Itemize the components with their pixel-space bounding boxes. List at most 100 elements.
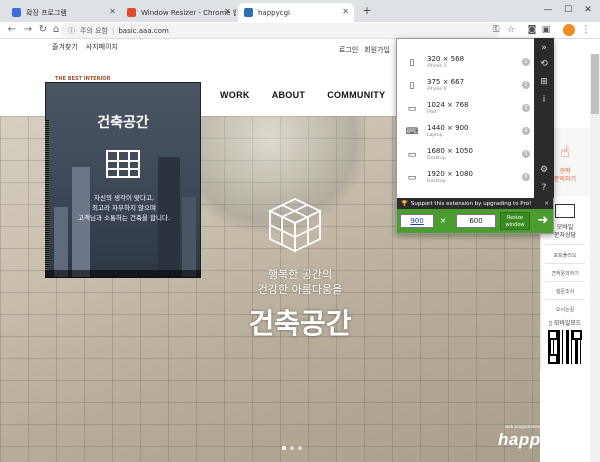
preset-3[interactable]: ▭ 1024 × 768 iPad 3	[397, 98, 534, 120]
close-tab-icon[interactable]: ✕	[342, 7, 349, 16]
camera-icon[interactable]: ◙	[526, 24, 538, 36]
qm-mobile-label: 모바일모드	[553, 320, 582, 327]
bookmark-star-icon[interactable]: ☆	[505, 24, 517, 36]
url-text: basic.aaa.com	[118, 26, 169, 35]
main-nav: WORK ABOUT COMMUNITY	[220, 90, 385, 100]
help-icon[interactable]: ?	[536, 180, 552, 196]
slide-dot[interactable]	[298, 446, 302, 450]
hero-title: 건축공간	[248, 307, 352, 340]
tab-title: Window Resizer - Chrome 웹 스	[141, 8, 236, 17]
happycgi-logo: happycgi	[498, 430, 577, 449]
slide-dots	[282, 446, 302, 450]
preset-number: 1	[522, 58, 530, 66]
tab-title: 확장 프로그램	[26, 8, 67, 17]
building-shape	[72, 167, 90, 277]
signup-link[interactable]: 회원가입	[364, 45, 390, 55]
tab-window-resizer[interactable]: Window Resizer - Chrome 웹 스 ✕	[121, 3, 236, 22]
card-line-2: 최고라 자부하지 않으며	[92, 204, 156, 212]
go-arrow-button[interactable]: ➜	[534, 212, 552, 230]
viewport-icon[interactable]: ⊞	[536, 74, 552, 90]
qr-finder	[548, 354, 558, 364]
trophy-icon: 🏆	[401, 200, 408, 207]
address-bar[interactable]: ⓘ 주의 요함 | basic.aaa.com	[60, 23, 500, 38]
tab-happycgi[interactable]: happycgi ✕	[238, 3, 354, 22]
times-sign: ×	[439, 216, 447, 225]
reload-icon[interactable]: ↻	[37, 24, 49, 36]
preset-device: Desktop	[427, 179, 446, 184]
qm-link-survey[interactable]: 설문조사	[540, 288, 590, 295]
card-line-1: 자신의 생각이 맞다고,	[93, 194, 155, 202]
page-scrollbar[interactable]	[590, 54, 600, 462]
preset-number: 4	[522, 127, 530, 135]
mobile-phone-icon: ▯	[548, 320, 552, 327]
divider	[545, 244, 585, 245]
tab-extensions[interactable]: 확장 프로그램 ✕	[6, 3, 121, 22]
forward-icon[interactable]: →	[22, 24, 34, 36]
key-icon[interactable]: ⚿	[490, 24, 502, 36]
preset-device: Desktop	[427, 156, 446, 161]
rotate-device-icon[interactable]: ⟲	[536, 56, 552, 72]
preset-2[interactable]: ▯ 375 × 667 iPhone 6 2	[397, 75, 534, 97]
height-input[interactable]: 600	[456, 214, 496, 228]
bookmark-favorites[interactable]: 즐겨찾기	[52, 42, 78, 52]
close-promo-icon[interactable]: ✕	[544, 201, 549, 207]
info-icon[interactable]: i	[536, 92, 552, 108]
expand-icon[interactable]: »	[536, 40, 552, 56]
puzzle-icon	[12, 8, 21, 17]
preset-1[interactable]: ▯ 320 × 568 iPhone 5 1	[397, 52, 534, 74]
preset-5[interactable]: ▭ 1680 × 1050 Desktop 5	[397, 144, 534, 166]
divider	[545, 263, 585, 264]
slide-dot[interactable]	[282, 446, 286, 450]
minimize-button[interactable]: —	[538, 3, 558, 17]
promo-text: Support this extension by upgrading to P…	[410, 200, 532, 207]
card-line-3: 고객님과 소통하는 건축을 합니다.	[78, 214, 170, 222]
desktop-icon: ▭	[407, 150, 417, 160]
phone-icon: ▯	[409, 58, 415, 68]
new-tab-button[interactable]: +	[360, 4, 374, 18]
preset-device: iPad	[427, 110, 437, 115]
logo-subtitle: web programming group	[505, 424, 555, 429]
settings-gear-icon[interactable]: ⚙	[536, 162, 552, 178]
qm-mobile-mode[interactable]: ▯ 모바일모드	[540, 318, 590, 327]
mail-icon	[555, 204, 575, 218]
nav-community[interactable]: COMMUNITY	[327, 90, 385, 100]
preset-6[interactable]: ▭ 1920 × 1080 Desktop 6	[397, 167, 534, 189]
maximize-button[interactable]: ☐	[558, 3, 578, 17]
close-tab-icon[interactable]: ✕	[224, 7, 231, 16]
preset-device: Laptop	[427, 133, 443, 138]
nav-about[interactable]: ABOUT	[272, 90, 306, 100]
qm-link-directions[interactable]: 오시는길	[540, 306, 590, 313]
profile-avatar[interactable]	[563, 24, 575, 36]
tablet-icon: ▭	[407, 104, 417, 114]
preset-device: iPhone 5	[427, 64, 447, 69]
login-link[interactable]: 로그인	[339, 45, 358, 55]
upgrade-promo-bar[interactable]: 🏆 Support this extension by upgrading to…	[397, 198, 553, 209]
back-icon[interactable]: ←	[6, 24, 18, 36]
card-title: 건축공간	[97, 115, 149, 131]
resizer-extension-icon[interactable]: ▣	[540, 24, 552, 36]
security-label: 주의 요함	[80, 26, 108, 35]
laptop-icon: ⌨	[405, 127, 419, 137]
card-bottom-bar	[45, 270, 201, 278]
preset-number: 5	[522, 150, 530, 158]
preset-device: iPhone 6	[427, 87, 447, 92]
qm-link-portfolio[interactable]: 포트폴리오	[540, 252, 590, 259]
close-window-button[interactable]: ✕	[578, 3, 598, 17]
resize-label-2: window	[505, 222, 525, 228]
qr-code	[548, 330, 582, 364]
nav-work[interactable]: WORK	[220, 90, 250, 100]
close-tab-icon[interactable]: ✕	[109, 7, 116, 16]
slide-dot[interactable]	[290, 446, 294, 450]
preset-resolution: 1680 × 1050	[427, 147, 473, 155]
qm-link-estimate[interactable]: 견적문의하기	[540, 270, 590, 277]
menu-dots-icon[interactable]: ⋮	[580, 24, 592, 36]
preset-number: 3	[522, 104, 530, 112]
preset-resolution: 375 × 667	[427, 78, 465, 86]
preset-4[interactable]: ⌨ 1440 × 900 Laptop 4	[397, 121, 534, 143]
qr-finder	[548, 330, 558, 340]
width-input[interactable]: 900	[400, 214, 434, 228]
bookmark-start-page[interactable]: 사지페이지	[86, 42, 118, 52]
desktop-icon: ▭	[407, 173, 417, 183]
resize-window-button[interactable]: Resize window	[500, 212, 530, 230]
scrollbar-thumb[interactable]	[591, 54, 599, 114]
